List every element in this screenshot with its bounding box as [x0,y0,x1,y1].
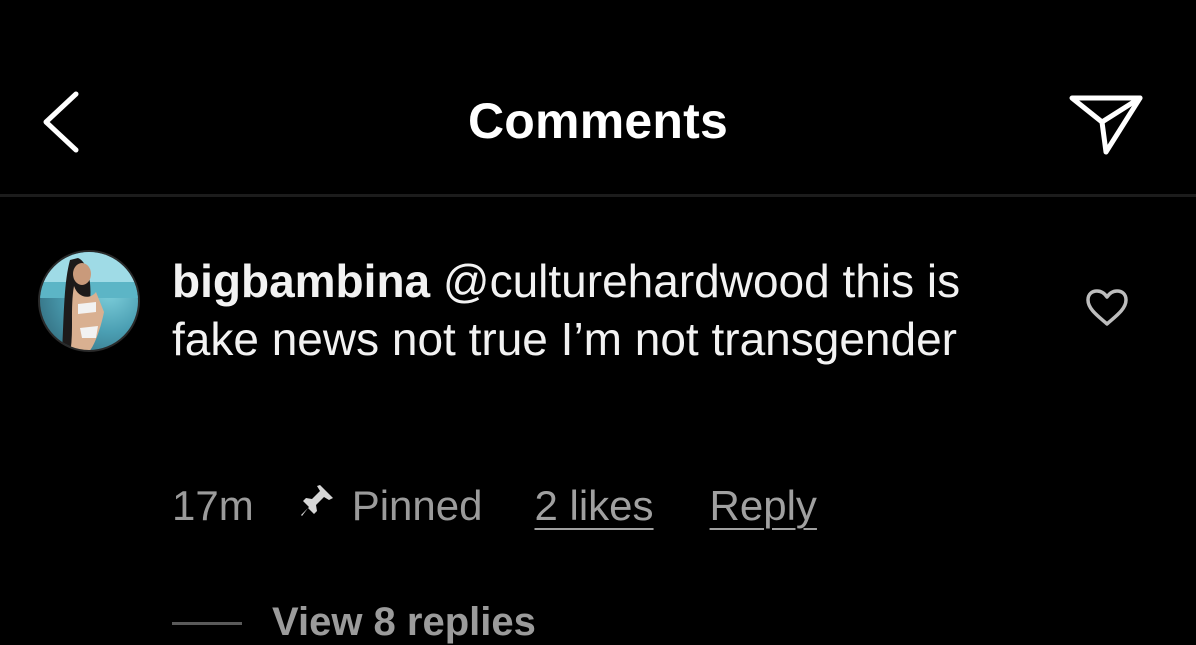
comment-meta: 17m Pinned 2 likes Reply [172,478,817,534]
comment-body: bigbambina @culturehardwood this is fake… [172,252,1052,368]
comment-username[interactable]: bigbambina [172,255,430,307]
replies-divider-line [172,622,242,625]
profile-photo [40,252,138,350]
share-button[interactable] [1066,88,1146,160]
header-bar: Comments [0,0,1196,196]
header-divider [0,194,1196,197]
reply-button[interactable]: Reply [710,482,817,530]
paper-plane-icon [1069,95,1143,155]
view-replies-button[interactable]: View 8 replies [272,600,536,645]
like-button[interactable] [1084,288,1130,328]
pin-icon [300,485,333,516]
comment-timestamp: 17m [172,482,254,529]
page-title: Comments [468,93,728,149]
heart-icon [1086,289,1128,326]
avatar[interactable] [38,250,140,352]
pinned-label: Pinned [351,482,483,529]
likes-link[interactable]: 2 likes [534,482,653,530]
